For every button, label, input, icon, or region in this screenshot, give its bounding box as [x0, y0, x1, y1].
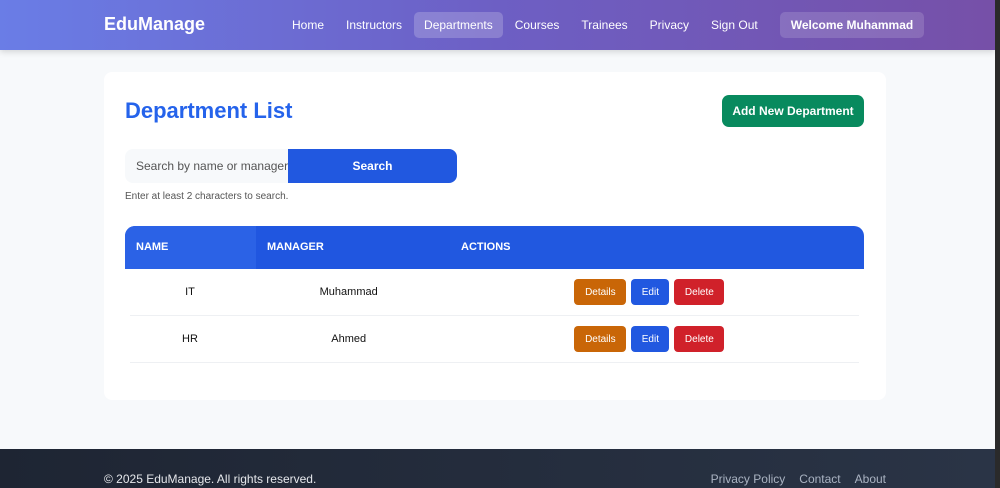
add-department-button[interactable]: Add New Department — [722, 95, 864, 127]
table-row: IT Muhammad Details Edit Delete — [130, 269, 859, 316]
search-input[interactable] — [125, 149, 288, 183]
nav-home[interactable]: Home — [282, 12, 334, 38]
cell-actions: Details Edit Delete — [447, 326, 859, 352]
welcome-user[interactable]: Welcome Muhammad — [779, 12, 925, 38]
search-hint: Enter at least 2 characters to search. — [125, 191, 289, 202]
search-button[interactable]: Search — [288, 149, 457, 183]
nav-privacy[interactable]: Privacy — [640, 12, 699, 38]
table-row: HR Ahmed Details Edit Delete — [130, 316, 859, 363]
details-button[interactable]: Details — [574, 326, 627, 352]
brand-logo[interactable]: EduManage — [104, 14, 205, 35]
edit-button[interactable]: Edit — [631, 279, 670, 305]
copyright: © 2025 EduManage. All rights reserved. — [104, 472, 317, 486]
details-button[interactable]: Details — [574, 279, 627, 305]
footer-privacy-policy[interactable]: Privacy Policy — [711, 472, 786, 486]
nav-instructors[interactable]: Instructors — [336, 12, 412, 38]
delete-button[interactable]: Delete — [674, 326, 725, 352]
nav-trainees[interactable]: Trainees — [571, 12, 637, 38]
footer: © 2025 EduManage. All rights reserved. P… — [0, 449, 995, 488]
cell-manager: Muhammad — [319, 286, 378, 298]
scrollbar[interactable] — [995, 0, 1000, 488]
footer-about[interactable]: About — [855, 472, 886, 486]
cell-name: IT — [185, 286, 195, 298]
header-manager: MANAGER — [256, 226, 450, 269]
edit-button[interactable]: Edit — [631, 326, 670, 352]
cell-actions: Details Edit Delete — [447, 279, 859, 305]
delete-button[interactable]: Delete — [674, 279, 725, 305]
nav-sign-out[interactable]: Sign Out — [701, 12, 768, 38]
cell-name: HR — [182, 333, 198, 345]
table-header: NAME MANAGER ACTIONS — [125, 226, 864, 269]
department-table: NAME MANAGER ACTIONS IT Muhammad Details… — [125, 226, 864, 363]
footer-links: Privacy Policy Contact About — [711, 472, 886, 486]
footer-contact[interactable]: Contact — [799, 472, 840, 486]
header-actions: ACTIONS — [461, 241, 511, 253]
nav-links: Home Instructors Departments Courses Tra… — [282, 12, 925, 38]
department-card: Department List Add New Department Searc… — [104, 72, 886, 400]
navbar: EduManage Home Instructors Departments C… — [0, 0, 995, 50]
cell-manager: Ahmed — [331, 333, 367, 345]
header-name: NAME — [125, 226, 256, 269]
nav-departments[interactable]: Departments — [414, 12, 503, 38]
nav-courses[interactable]: Courses — [505, 12, 570, 38]
page-title: Department List — [125, 98, 293, 123]
